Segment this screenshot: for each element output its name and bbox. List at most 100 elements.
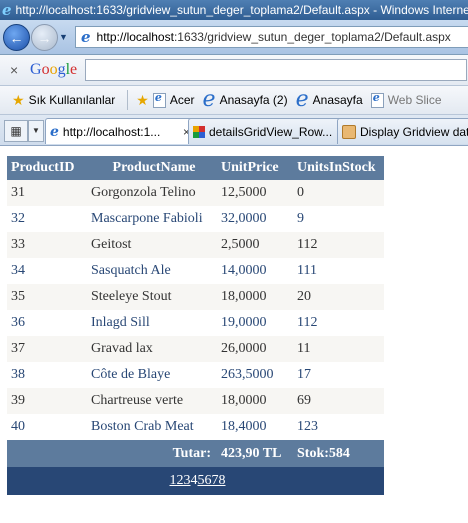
- footer-total-value: 423,90 TL: [217, 440, 293, 467]
- pager-page-8[interactable]: 8: [219, 473, 226, 488]
- cell-unitsinstock: 111: [293, 258, 384, 284]
- pager-page-4: 4: [190, 473, 198, 488]
- cell-unitsinstock: 9: [293, 206, 384, 232]
- cell-unitprice: 14,0000: [217, 258, 293, 284]
- pager-page-6[interactable]: 6: [205, 473, 212, 488]
- history-dropdown-icon[interactable]: ▼: [59, 32, 68, 42]
- table-row: 35 Steeleye Stout 18,0000 20: [7, 284, 384, 310]
- cell-productid: 32: [7, 206, 87, 232]
- cell-productid: 38: [7, 362, 87, 388]
- page-icon: [370, 91, 384, 108]
- cell-unitprice: 19,0000: [217, 310, 293, 336]
- navigation-bar: ← → ▼ e http://localhost:1633/gridview_s…: [0, 20, 468, 55]
- forward-arrow-icon: →: [37, 29, 52, 46]
- cell-unitsinstock: 11: [293, 336, 384, 362]
- favorites-star-icon: ★: [12, 91, 25, 108]
- cell-productname: Gravad lax: [87, 336, 217, 362]
- table-row: 33 Geitost 2,5000 112: [7, 232, 384, 258]
- footer-stock-value: Stok:584: [293, 440, 384, 467]
- google-logo[interactable]: Google: [30, 61, 77, 79]
- products-gridview: ProductID ProductName UnitPrice UnitsInS…: [7, 156, 384, 495]
- back-button[interactable]: ←: [3, 24, 30, 51]
- table-row: 36 Inlagd Sill 19,0000 112: [7, 310, 384, 336]
- page-favicon-icon: [342, 124, 356, 139]
- cell-unitsinstock: 123: [293, 414, 384, 440]
- favorite-link-web-slice[interactable]: Web Slice: [370, 91, 442, 108]
- pager-page-2[interactable]: 2: [177, 473, 184, 488]
- cell-productid: 34: [7, 258, 87, 284]
- pager-page-1[interactable]: 1: [170, 473, 177, 488]
- favorite-link-acer[interactable]: Acer: [152, 91, 195, 108]
- pager-page-7[interactable]: 7: [212, 473, 219, 488]
- tab-list-dropdown[interactable]: ▼: [28, 120, 44, 142]
- cell-unitprice: 2,5000: [217, 232, 293, 258]
- address-bar[interactable]: e http://localhost:1633/gridview_sutun_d…: [75, 26, 468, 48]
- cell-productname: Gorgonzola Telino: [87, 180, 217, 206]
- cell-productname: Chartreuse verte: [87, 388, 217, 414]
- cell-productid: 37: [7, 336, 87, 362]
- cell-unitprice: 18,0000: [217, 388, 293, 414]
- address-url[interactable]: http://localhost:1633/gridview_sutun_deg…: [97, 30, 451, 44]
- cell-unitsinstock: 112: [293, 310, 384, 336]
- pager-page-3[interactable]: 3: [184, 473, 191, 488]
- tab-display-gridview[interactable]: Display Gridview dat: [337, 118, 468, 144]
- cell-unitsinstock: 112: [293, 232, 384, 258]
- google-favicon-icon: [193, 125, 205, 138]
- tab-localhost[interactable]: e http://localhost:1... ×: [45, 118, 195, 144]
- cell-unitsinstock: 69: [293, 388, 384, 414]
- cell-productid: 39: [7, 388, 87, 414]
- table-row: 38 Côte de Blaye 263,5000 17: [7, 362, 384, 388]
- ie-logo-icon: e: [2, 1, 12, 19]
- table-row: 32 Mascarpone Fabioli 32,0000 9: [7, 206, 384, 232]
- ie-icon: e: [202, 87, 216, 112]
- table-row: 31 Gorgonzola Telino 12,5000 0: [7, 180, 384, 206]
- pager: 12345678: [7, 467, 384, 495]
- cell-unitprice: 18,0000: [217, 284, 293, 310]
- favorites-label: Sık Kullanılanlar: [28, 93, 116, 107]
- cell-productname: Geitost: [87, 232, 217, 258]
- tab-bar: ▦ ▼ e http://localhost:1... × detailsGri…: [0, 115, 468, 146]
- table-row: 34 Sasquatch Ale 14,0000 111: [7, 258, 384, 284]
- ie-icon: e: [50, 123, 59, 140]
- cell-productid: 36: [7, 310, 87, 336]
- page-icon: e: [81, 28, 91, 46]
- cell-unitsinstock: 17: [293, 362, 384, 388]
- favorite-link-anasayfa[interactable]: e Anasayfa: [296, 89, 363, 111]
- favorite-link-anasayfa-2[interactable]: e Anasayfa (2): [202, 87, 288, 112]
- back-arrow-icon: ←: [9, 29, 24, 46]
- footer-total-label: Tutar:: [87, 440, 217, 467]
- cell-unitprice: 18,4000: [217, 414, 293, 440]
- grid-footer-row: Tutar: 423,90 TL Stok:584: [7, 440, 384, 467]
- header-unitsinstock: UnitsInStock: [293, 156, 384, 180]
- favorites-button[interactable]: ★ Sık Kullanılanlar: [0, 92, 115, 109]
- cell-productname: Inlagd Sill: [87, 310, 217, 336]
- google-search-input[interactable]: [85, 59, 468, 81]
- google-toolbar: × Google: [0, 55, 468, 86]
- window-title: http://localhost:1633/gridview_sutun_deg…: [15, 3, 468, 17]
- grid-pager-row: 12345678: [7, 467, 384, 495]
- cell-unitprice: 32,0000: [217, 206, 293, 232]
- cell-productname: Mascarpone Fabioli: [87, 206, 217, 232]
- cell-productid: 33: [7, 232, 87, 258]
- cell-productid: 31: [7, 180, 87, 206]
- cell-productname: Steeleye Stout: [87, 284, 217, 310]
- page-icon: [152, 91, 166, 108]
- header-unitprice: UnitPrice: [217, 156, 293, 180]
- grid-header-row: ProductID ProductName UnitPrice UnitsInS…: [7, 156, 384, 180]
- forward-button[interactable]: →: [31, 24, 58, 51]
- quick-tabs-button[interactable]: ▦: [4, 120, 28, 142]
- cell-unitprice: 26,0000: [217, 336, 293, 362]
- pager-page-5[interactable]: 5: [198, 473, 205, 488]
- cell-productname: Sasquatch Ale: [87, 258, 217, 284]
- tab-details-gridview[interactable]: detailsGridView_Row...: [188, 118, 344, 144]
- title-bar: e http://localhost:1633/gridview_sutun_d…: [0, 0, 468, 20]
- cell-productname: Boston Crab Meat: [87, 414, 217, 440]
- cell-unitprice: 263,5000: [217, 362, 293, 388]
- cell-unitsinstock: 20: [293, 284, 384, 310]
- header-productname: ProductName: [87, 156, 217, 180]
- header-productid: ProductID: [7, 156, 87, 180]
- table-row: 40 Boston Crab Meat 18,4000 123: [7, 414, 384, 440]
- close-toolbar-icon[interactable]: ×: [10, 62, 24, 78]
- add-favorite-icon[interactable]: ★: [136, 92, 149, 109]
- table-row: 37 Gravad lax 26,0000 11: [7, 336, 384, 362]
